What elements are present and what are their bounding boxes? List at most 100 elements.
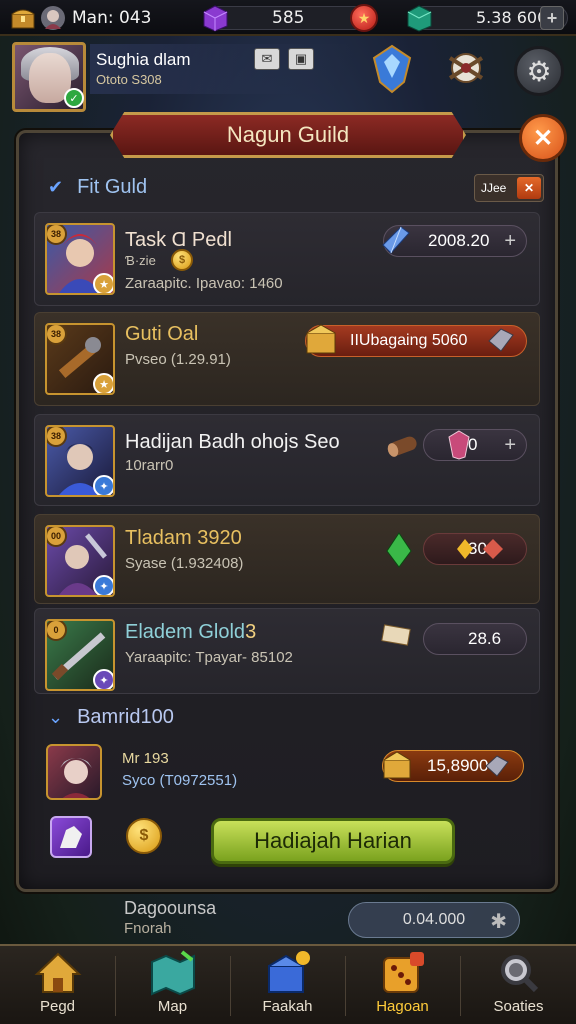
player-name: Sughia dlam xyxy=(96,50,191,69)
nav-label: Map xyxy=(157,998,188,1015)
gold-badge-icon: ★ xyxy=(93,273,113,293)
task-sub: Syase (1.932408) xyxy=(125,555,244,572)
task-row[interactable]: 00 ✦ Tladam 3920 Syase (1.932408) 30 xyxy=(34,514,540,604)
silver-gem-icon xyxy=(485,755,509,777)
task-row[interactable]: 38 ★ Task Ɑ Pedl Ɓ·zie $ Zaraapitc. Ipav… xyxy=(34,212,540,306)
strip-value: 0.04.000 xyxy=(402,911,466,928)
currency2-value: 5.38 600 xyxy=(476,8,548,27)
reward-row: Mr 193 Syco (T0972551) 15,8900 xyxy=(34,738,540,808)
currency2-add-button[interactable]: + xyxy=(540,6,564,30)
blue-crystal-icon xyxy=(382,226,410,254)
strip-sub: Fnorah xyxy=(124,920,172,937)
lock-button[interactable]: ▣ xyxy=(288,48,314,70)
online-status-icon: ✓ xyxy=(64,88,84,108)
task-sub: Zaraapitc. Ipavao: 1460 xyxy=(125,275,283,292)
gear-icon: ⚙ xyxy=(526,55,552,87)
nav-label: Pegd xyxy=(39,998,76,1015)
map-icon xyxy=(151,950,195,996)
section-2-label: Bamrid100 xyxy=(77,706,174,728)
task-portrait: 00 ✦ xyxy=(45,525,115,597)
profile-strip: ✓ Sughia dlam Ototo S308 ✉ ▣ ⚙ xyxy=(0,38,576,114)
purple-badge-icon: ✦ xyxy=(93,669,113,689)
section-header-1[interactable]: ✔ Fit Guld xyxy=(48,176,147,199)
crest-icon[interactable] xyxy=(370,44,414,94)
purple-gem-counter xyxy=(200,4,230,32)
plus-icon: + xyxy=(504,230,516,252)
filter-tag-label: JJee xyxy=(481,181,507,195)
mail-button[interactable]: ✉ xyxy=(254,48,280,70)
pink-shield-icon xyxy=(448,430,470,460)
task-cost-value: IIUbagaing 5060 xyxy=(350,332,468,349)
reward-portrait xyxy=(46,744,102,800)
task-portrait: 38 ✦ xyxy=(45,425,115,497)
task-cost-value: 28.6 xyxy=(468,629,502,648)
top-resource-bar: Man: 043 585 ★ 5.38 600 + xyxy=(0,0,576,36)
task-sub: Yaraapitc: Tpayar- 85102 xyxy=(125,649,293,666)
task-title-group: Eladem Glold3 xyxy=(125,621,256,644)
nav-label: Hagoan xyxy=(376,998,429,1015)
panel-title: Nagun Guild xyxy=(110,112,466,158)
nav-label: Faakah xyxy=(262,998,313,1015)
glove-item-icon[interactable] xyxy=(50,816,92,858)
task-title: Guti Oal xyxy=(125,323,199,345)
plus-icon: + xyxy=(504,434,516,456)
nav-item-chest[interactable]: Faakah xyxy=(230,946,345,1024)
green-leaf-icon xyxy=(386,532,412,568)
reward-title: Mr 193 xyxy=(122,750,169,767)
purple-gem-icon xyxy=(200,4,230,32)
section-1-label: Fit Guld xyxy=(77,176,148,198)
green-gem-icon xyxy=(404,4,434,32)
settings-button[interactable]: ⚙ xyxy=(514,46,564,96)
close-button[interactable]: ✕ xyxy=(519,114,567,162)
gold-chest-icon xyxy=(383,751,411,779)
task-sub: 10rarr0 xyxy=(125,457,174,474)
reward-sub: Syco (T0972551) xyxy=(122,772,238,789)
section-header-2[interactable]: ⌄ Bamrid100 xyxy=(48,706,174,729)
currency1-add-button[interactable]: ★ xyxy=(350,4,378,32)
close-icon[interactable]: ✕ xyxy=(517,177,541,199)
blue-badge-icon: ✦ xyxy=(93,475,113,495)
star-icon: ✱ xyxy=(490,911,507,933)
task-sub: Pvseo (1.29.91) xyxy=(125,351,231,368)
coin-icon[interactable]: $ xyxy=(126,818,162,854)
nav-item-map[interactable]: Map xyxy=(115,946,230,1024)
task-portrait: 0 ✦ xyxy=(45,619,115,691)
task-portrait: 38 ★ xyxy=(45,223,115,295)
chest-icon xyxy=(268,951,310,993)
player-level-text: Man: 043 xyxy=(72,8,152,28)
dice-icon xyxy=(383,952,424,993)
gold-chest-icon xyxy=(306,324,336,354)
nav-item-search[interactable]: Soaties xyxy=(461,946,576,1024)
filter-tag[interactable]: JJee ✕ xyxy=(474,174,544,202)
gold-badge-icon: ★ xyxy=(93,373,113,393)
currency1-value: 585 xyxy=(272,8,305,28)
task-title: Eladem Glold xyxy=(125,621,246,643)
task-cost[interactable]: 0 + xyxy=(423,429,527,461)
task-title: Hadijan Badh ohojs Seo xyxy=(125,431,340,453)
task-portrait: 38 ★ xyxy=(45,323,115,395)
nav-item-dice[interactable]: Hagoan xyxy=(345,946,460,1024)
player-level: Man: 043 xyxy=(8,4,151,32)
blue-badge-icon: ✦ xyxy=(93,575,113,595)
lock-icon: ▣ xyxy=(294,51,308,66)
green-gem-counter xyxy=(404,4,434,32)
task-row[interactable]: 38 ✦ Hadijan Badh ohojs Seo 10rarr0 0 + xyxy=(34,414,540,506)
log-icon xyxy=(387,436,417,457)
compass-icon[interactable] xyxy=(442,46,490,92)
magnifier-icon xyxy=(501,955,539,993)
below-panel-strip: Dagoounsa Fnorah 0.04.000 ✱ xyxy=(0,892,576,944)
plus-icon: + xyxy=(540,6,564,30)
task-row[interactable]: 0 ✦ Eladem Glold3 Yaraapitc: Tpayar- 851… xyxy=(34,608,540,694)
task-row[interactable]: 38 ★ Guti Oal Pvseo (1.29.91) IIUbagaing… xyxy=(34,312,540,406)
task-cost[interactable]: 30 xyxy=(423,533,527,565)
bottom-nav: Pegd Map Faakah Hagoan Soaties xyxy=(0,944,576,1024)
task-line2: Ɓ·zie xyxy=(125,253,156,268)
nav-item-home[interactable]: Pegd xyxy=(0,946,115,1024)
task-title-suffix: 3 xyxy=(245,621,257,643)
task-cost[interactable]: 28.6 xyxy=(423,623,527,655)
task-title: Tladam 3920 xyxy=(125,527,242,549)
coin-icon: $ xyxy=(171,249,193,271)
strip-value-pill[interactable]: 0.04.000 ✱ xyxy=(348,902,520,938)
scroll-icon xyxy=(381,624,411,646)
claim-daily-button[interactable]: Hadiajah Harian xyxy=(211,818,455,864)
